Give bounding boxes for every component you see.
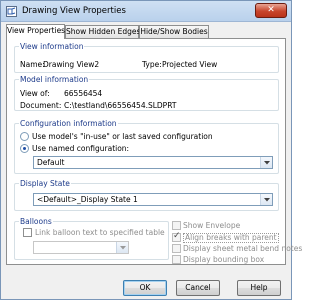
name-label: Name: bbox=[20, 60, 45, 69]
named-configuration-value: Default bbox=[37, 158, 65, 167]
use-in-use-configuration-radio[interactable] bbox=[20, 132, 29, 141]
link-balloon-text-checkbox[interactable] bbox=[23, 228, 32, 237]
balloons-group: Balloons Link balloon text to specified … bbox=[14, 217, 169, 260]
name-value: Drawing View2 bbox=[43, 60, 100, 69]
close-icon: ✕ bbox=[267, 5, 275, 15]
tab-hide-show-bodies[interactable]: Hide/Show Bodies bbox=[139, 25, 209, 38]
balloon-table-select[interactable] bbox=[33, 241, 129, 254]
align-breaks-checkbox[interactable] bbox=[172, 231, 181, 242]
drawing-view-icon bbox=[6, 6, 17, 17]
bounding-box-checkbox[interactable] bbox=[172, 255, 181, 264]
display-state-group: Display State <Default>_Display State 1 bbox=[14, 179, 279, 211]
view-information-group: View information Name: Drawing View2 Typ… bbox=[14, 42, 279, 73]
named-configuration-select[interactable]: Default bbox=[33, 156, 273, 169]
type-label: Type: bbox=[142, 60, 162, 69]
chevron-down-icon bbox=[264, 198, 270, 202]
help-button[interactable]: Help bbox=[237, 280, 281, 296]
ok-button[interactable]: OK bbox=[123, 280, 167, 296]
configuration-information-heading: Configuration information bbox=[19, 119, 118, 128]
ok-button-label: OK bbox=[139, 283, 151, 292]
tab-show-hidden-edges[interactable]: Show Hidden Edges bbox=[65, 25, 141, 38]
close-button[interactable]: ✕ bbox=[255, 3, 287, 18]
balloons-heading: Balloons bbox=[19, 217, 53, 226]
document-label: Document: bbox=[20, 101, 62, 110]
tab-panel: View information Name: Drawing View2 Typ… bbox=[6, 38, 302, 265]
sheet-metal-bend-notes-label[interactable]: Display sheet metal bend notes bbox=[183, 244, 302, 253]
document-value: C:\testland\66556454.SLDPRT bbox=[64, 101, 177, 110]
use-named-configuration-radio[interactable] bbox=[20, 144, 29, 153]
sheet-metal-bend-notes-checkbox[interactable] bbox=[172, 244, 181, 253]
tab-label: View Properties bbox=[7, 26, 66, 35]
chevron-down-icon bbox=[120, 246, 126, 250]
view-information-heading: View information bbox=[19, 42, 85, 51]
title-bar[interactable]: Drawing View Properties ✕ bbox=[1, 1, 291, 22]
tab-label: Hide/Show Bodies bbox=[140, 27, 208, 36]
cancel-button-label: Cancel bbox=[185, 283, 211, 292]
dropdown-button[interactable] bbox=[260, 194, 272, 205]
dialog-window: Drawing View Properties ✕ View Propertie… bbox=[0, 0, 302, 300]
link-balloon-text-label[interactable]: Link balloon text to specified table bbox=[35, 228, 165, 237]
dropdown-button[interactable] bbox=[116, 242, 128, 253]
view-of-value: 66556454 bbox=[64, 89, 103, 98]
tab-label: Show Hidden Edges bbox=[66, 27, 141, 36]
show-envelope-checkbox[interactable] bbox=[172, 221, 181, 230]
align-breaks-label[interactable]: Align breaks with parent bbox=[183, 233, 279, 243]
display-state-heading: Display State bbox=[19, 179, 71, 188]
dropdown-button[interactable] bbox=[260, 157, 272, 168]
cancel-button[interactable]: Cancel bbox=[176, 280, 220, 296]
model-information-heading: Model information bbox=[19, 75, 90, 84]
display-state-value: <Default>_Display State 1 bbox=[37, 195, 138, 204]
configuration-information-group: Configuration information Use model's "i… bbox=[14, 119, 279, 174]
use-named-configuration-label[interactable]: Use named configuration: bbox=[32, 144, 129, 153]
show-envelope-label[interactable]: Show Envelope bbox=[183, 221, 240, 230]
type-value: Projected View bbox=[162, 60, 218, 69]
model-information-group: Model information View of: 66556454 Docu… bbox=[14, 75, 279, 111]
chevron-down-icon bbox=[264, 161, 270, 165]
tab-view-properties[interactable]: View Properties bbox=[6, 24, 65, 39]
display-state-select[interactable]: <Default>_Display State 1 bbox=[33, 193, 273, 206]
use-in-use-configuration-label[interactable]: Use model's "in-use" or last saved confi… bbox=[32, 132, 213, 141]
bounding-box-label[interactable]: Display bounding box bbox=[183, 255, 264, 264]
window-title: Drawing View Properties bbox=[22, 6, 126, 16]
view-of-label: View of: bbox=[20, 89, 50, 98]
help-button-label: Help bbox=[250, 283, 268, 292]
